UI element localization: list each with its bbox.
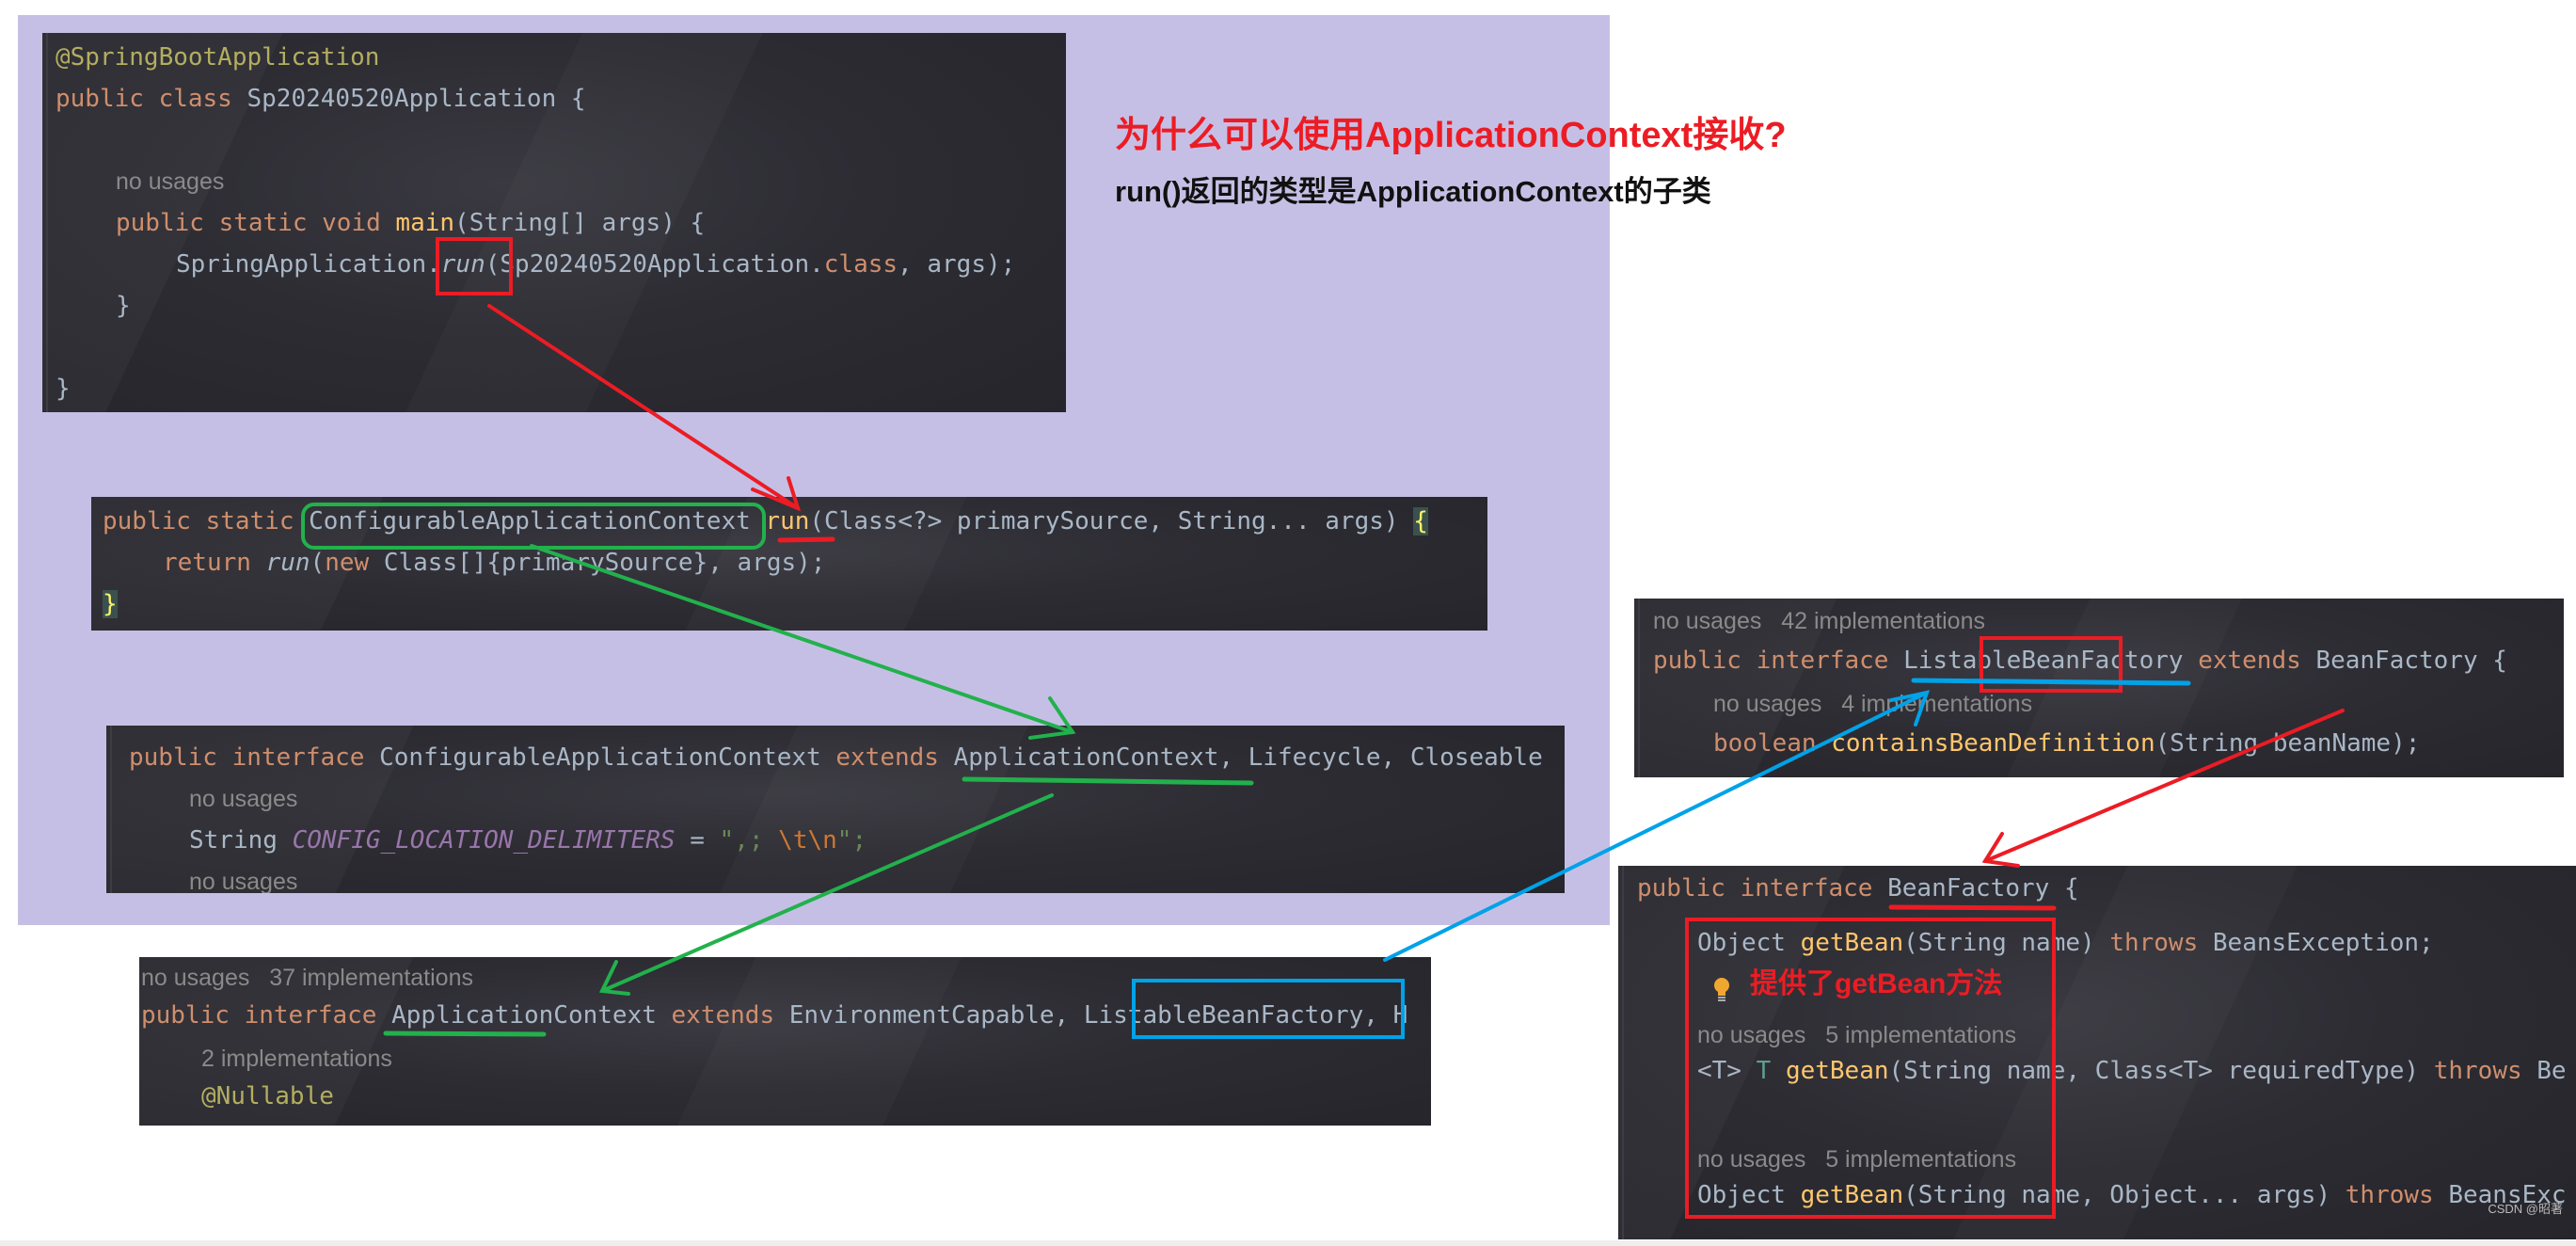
code-line: SpringApplication.run(Sp20240520Applicat… xyxy=(176,244,1015,285)
bottom-strip xyxy=(0,1240,2576,1246)
question-heading: 为什么可以使用ApplicationContext接收? xyxy=(1115,116,1787,155)
code-snippet-main: @SpringBootApplication public class Sp20… xyxy=(42,33,1066,412)
call-args: (Sp20240520Application. xyxy=(485,250,824,279)
watermark: CSDN @昭著 xyxy=(2488,1202,2563,1216)
usage-hint: 2 implementations xyxy=(201,1046,392,1072)
keyword: new xyxy=(325,549,370,577)
params: (Class<?> primarySource, String... args) xyxy=(809,507,1399,535)
usage-hint: no usages 42 implementations xyxy=(1653,608,1985,634)
listable-highlight-box xyxy=(1132,979,1405,1039)
code-line: public static void main(String[] args) { xyxy=(116,202,705,244)
keyword: class xyxy=(823,250,898,279)
keyword: throws xyxy=(2433,1057,2522,1085)
usage-hint: no usages xyxy=(189,786,298,812)
run-call: run xyxy=(265,549,310,577)
brace: { xyxy=(1413,507,1428,535)
annotation-text: @SpringBootApplication xyxy=(56,43,380,72)
method-name: main xyxy=(395,209,455,237)
keyword: public interface xyxy=(1653,647,1889,675)
interface-name: ConfigurableApplicationContext xyxy=(379,743,821,772)
brace: { xyxy=(2492,647,2507,675)
call-prefix: SpringApplication. xyxy=(176,250,441,279)
class-name: Sp20240520Application { xyxy=(246,85,586,113)
method-name: run xyxy=(765,507,810,535)
gutter xyxy=(1638,599,1640,777)
answer-text: run()返回的类型是ApplicationContext的子类 xyxy=(1115,175,1711,208)
annotation-text: @Nullable xyxy=(201,1082,334,1110)
parent-interfaces: ApplicationContext, Lifecycle, Closeable xyxy=(953,743,1543,772)
interface-name: ApplicationContext xyxy=(391,1001,657,1030)
keyword: public class xyxy=(56,85,232,113)
gutter xyxy=(1622,866,1624,1239)
lightbulb-icon[interactable] xyxy=(1654,934,1729,1001)
keyword: public static void xyxy=(116,209,381,237)
keyword: extends xyxy=(835,743,939,772)
code-line: public class Sp20240520Application { xyxy=(56,78,586,120)
call-args: Class[]{primarySource}, args); xyxy=(383,549,826,577)
code-line: boolean containsBeanDefinition(String be… xyxy=(1713,723,2420,764)
keyword: extends xyxy=(671,1001,775,1030)
beanfactory-parent-highlight-box xyxy=(1980,636,2123,693)
exception-type: Be xyxy=(2536,1057,2567,1085)
brace: { xyxy=(2063,874,2079,903)
parent-interface: BeanFactory xyxy=(2315,647,2478,675)
gutter xyxy=(110,726,112,893)
code-line: String CONFIG_LOCATION_DELIMITERS = ",; … xyxy=(189,820,867,861)
string-literal: "; xyxy=(836,826,867,855)
usage-hint: no usages 37 implementations xyxy=(141,965,473,991)
escape-sequence: \t\n xyxy=(778,826,837,855)
arrowhead xyxy=(1981,832,2020,868)
keyword: public interface xyxy=(1637,874,1873,903)
code-line: } xyxy=(116,292,131,320)
return-type-highlight-oval xyxy=(301,503,766,550)
constant-name: CONFIG_LOCATION_DELIMITERS xyxy=(292,826,676,855)
keyword: extends xyxy=(2198,647,2301,675)
usage-hint: no usages xyxy=(189,869,298,893)
code-line: } xyxy=(103,583,118,625)
keyword: return xyxy=(163,549,251,577)
params: (String beanName); xyxy=(2155,729,2421,758)
getbean-methods-highlight-box xyxy=(1685,918,2056,1219)
exception-type: BeansException; xyxy=(2212,929,2434,957)
gutter xyxy=(46,33,48,412)
operator: = xyxy=(675,826,720,855)
parent-interface: EnvironmentCapable, xyxy=(788,1001,1070,1030)
keyword: public interface xyxy=(129,743,365,772)
method-name: containsBeanDefinition xyxy=(1831,729,2155,758)
usage-hint: no usages xyxy=(116,168,225,195)
keyword: public static xyxy=(103,507,294,535)
run-highlight-box xyxy=(436,237,513,296)
code-line: @SpringBootApplication xyxy=(56,37,379,78)
keyword: throws xyxy=(2109,929,2199,957)
keyword: throws xyxy=(2345,1181,2434,1209)
interface-name: BeanFactory xyxy=(1887,874,2050,903)
code-line: public interface BeanFactory { xyxy=(1637,868,2079,909)
keyword: boolean xyxy=(1713,729,1817,758)
code-line: } xyxy=(56,375,71,403)
code-snippet-configurable-context: public interface ConfigurableApplication… xyxy=(106,726,1565,893)
field-type: String xyxy=(189,826,278,855)
code-line: public interface ConfigurableApplication… xyxy=(129,737,1543,778)
string-literal: ",; xyxy=(719,826,779,855)
keyword: public interface xyxy=(141,1001,377,1030)
call-args: , args); xyxy=(898,250,1016,279)
brace: } xyxy=(103,590,118,618)
params: (String[] args) { xyxy=(454,209,706,237)
